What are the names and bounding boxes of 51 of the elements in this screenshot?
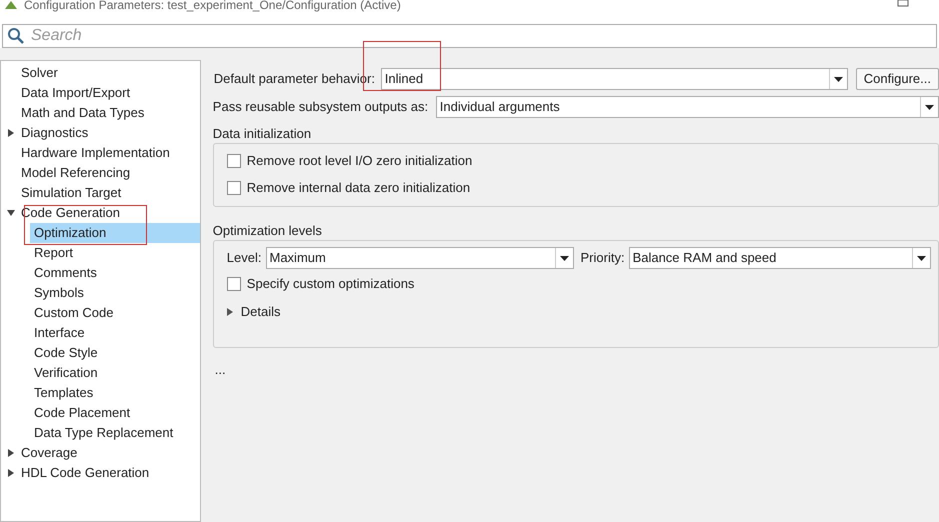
checkbox[interactable] bbox=[226, 180, 241, 194]
caret-icon bbox=[925, 104, 934, 110]
checkbox-label: Remove internal data zero initialization bbox=[246, 178, 470, 197]
dropdown[interactable]: Maximum bbox=[266, 247, 574, 269]
dropdown[interactable]: Balance RAM and speed bbox=[628, 247, 931, 269]
tree-item[interactable]: Coverage bbox=[17, 443, 200, 463]
checkbox[interactable] bbox=[226, 276, 241, 290]
checkbox-label: Specify custom optimizations bbox=[246, 274, 414, 293]
tree-item[interactable]: Optimization bbox=[30, 223, 200, 243]
app-icon bbox=[4, 0, 18, 10]
caret-icon bbox=[916, 256, 926, 260]
caret-icon bbox=[834, 76, 843, 82]
checkbox-label: Remove root level I/O zero initialization bbox=[246, 152, 472, 170]
collapse-arrow-icon[interactable] bbox=[7, 209, 15, 217]
tree-item[interactable]: Code Style bbox=[30, 343, 200, 363]
tree-item[interactable]: Report bbox=[30, 243, 200, 263]
tree-item[interactable]: Symbols bbox=[30, 283, 200, 303]
tree-item[interactable]: Diagnostics bbox=[17, 123, 200, 143]
tree-item[interactable]: Interface bbox=[30, 323, 200, 343]
tree-item[interactable]: Data Type Replacement bbox=[30, 423, 200, 443]
section-title: Data initialization bbox=[212, 125, 312, 140]
section-title: Optimization levels bbox=[212, 222, 323, 237]
expand-arrow-icon[interactable] bbox=[7, 129, 15, 137]
dropdown[interactable]: Individual arguments bbox=[436, 96, 939, 118]
configure-button[interactable]: Configure... bbox=[856, 68, 939, 90]
ellipsis-text: ... bbox=[214, 361, 227, 379]
field-label: Level: bbox=[226, 249, 262, 268]
search-icon bbox=[7, 27, 25, 45]
tree-item[interactable]: Code Placement bbox=[30, 403, 200, 423]
minimize-icon[interactable] bbox=[897, 0, 909, 8]
tree-item[interactable]: Math and Data Types bbox=[17, 103, 200, 123]
tree-item[interactable]: Custom Code bbox=[30, 303, 200, 323]
tree-item[interactable]: Solver bbox=[17, 63, 200, 83]
tree-item[interactable]: Model Referencing bbox=[17, 163, 200, 183]
field-label: Pass reusable subsystem outputs as: bbox=[212, 98, 430, 116]
tree-item[interactable]: HDL Code Generation bbox=[17, 463, 200, 483]
tree-item[interactable]: Templates bbox=[30, 383, 200, 403]
tree-item[interactable]: Comments bbox=[30, 263, 200, 283]
checkbox[interactable] bbox=[226, 154, 241, 168]
tree-item[interactable]: Verification bbox=[30, 363, 200, 383]
field-label: Priority: bbox=[580, 249, 625, 268]
expand-arrow-icon[interactable] bbox=[226, 308, 233, 316]
dropdown[interactable]: Inlined bbox=[380, 68, 848, 90]
tree-item[interactable]: Data Import/Export bbox=[17, 83, 200, 103]
tree-item[interactable]: Simulation Target bbox=[17, 183, 200, 203]
expand-arrow-icon[interactable] bbox=[7, 449, 15, 457]
expand-arrow-icon[interactable] bbox=[7, 469, 15, 477]
window-title: Configuration Parameters: test_experiment_One/Configuration (Active) bbox=[24, 0, 401, 10]
tree-item[interactable]: Hardware Implementation bbox=[17, 143, 200, 163]
details-toggle[interactable]: Details bbox=[240, 302, 281, 322]
caret-icon bbox=[560, 256, 568, 260]
